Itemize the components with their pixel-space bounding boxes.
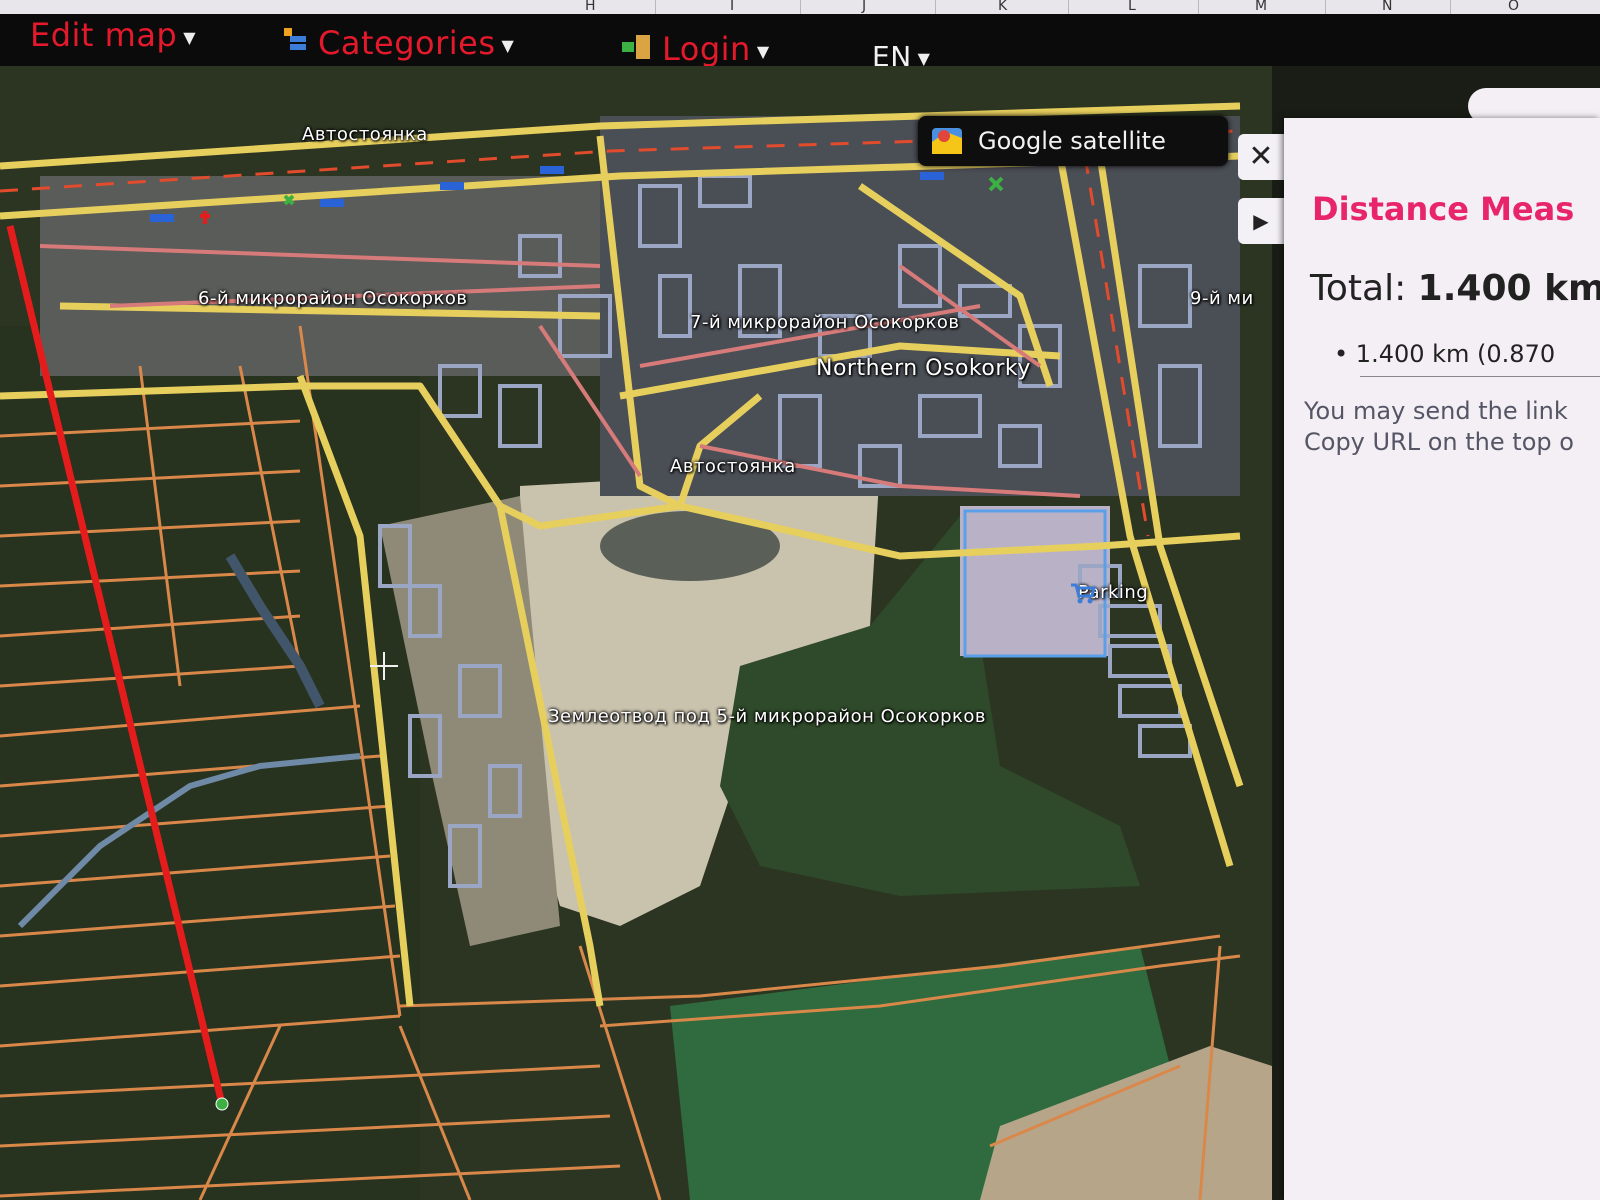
segment-distance: • 1.400 km (0.870 [1334, 340, 1555, 368]
share-note: You may send the link Copy URL on the to… [1304, 396, 1574, 458]
map-label-parking-lot-mid: Автостоянка [670, 456, 796, 477]
column-divider [1198, 0, 1199, 14]
map-canvas [0, 66, 1272, 1200]
login-menu[interactable]: Login ▼ [620, 30, 770, 70]
layers-icon [280, 26, 310, 64]
column-letter: I [730, 0, 735, 14]
column-divider [655, 0, 656, 14]
login-icon [620, 32, 654, 70]
column-letter: J [862, 0, 867, 14]
map-label-district-9: 9-й ми [1190, 288, 1254, 309]
play-icon: ▶ [1253, 209, 1269, 233]
categories-label: Categories [318, 24, 496, 62]
map-label-northern-osokorky: Northern Osokorky [816, 356, 1031, 381]
column-letter: L [1128, 0, 1136, 14]
segment-divider [1360, 376, 1600, 377]
map-label-parking: Parking [1070, 582, 1148, 604]
map-label-parking-lot-top: Автостоянка [302, 124, 428, 145]
column-letter: M [1255, 0, 1268, 14]
total-value: 1.400 km [1417, 268, 1600, 309]
google-maps-icon [930, 124, 964, 158]
chevron-down-icon: ▼ [756, 41, 770, 61]
spreadsheet-column-header: H I J K L M N O [0, 0, 1600, 15]
column-divider [1068, 0, 1069, 14]
categories-menu[interactable]: Categories ▼ [280, 24, 514, 64]
column-letter: H [585, 0, 596, 14]
panel-title: Distance Meas [1312, 190, 1575, 228]
chevron-down-icon: ▼ [501, 35, 515, 55]
measure-endpoint[interactable] [215, 1097, 229, 1111]
chevron-down-icon: ▼ [183, 27, 197, 47]
share-note-line: Copy URL on the top o [1304, 428, 1574, 456]
satellite-map[interactable]: Автостоянка 6-й микрорайон Осокорков 7-й… [0, 66, 1272, 1200]
map-label-district-7: 7-й микрорайон Осокорков [690, 312, 960, 333]
column-divider [1325, 0, 1326, 14]
layer-switcher-label: Google satellite [978, 127, 1166, 155]
column-divider [1450, 0, 1451, 14]
close-icon: ✕ [1248, 139, 1274, 174]
column-letter: K [998, 0, 1008, 14]
column-letter: O [1508, 0, 1520, 14]
map-label-land-allotment: Землеотвод под 5-й микрорайон Осокорков [548, 706, 986, 727]
column-letter: N [1382, 0, 1393, 14]
layer-switcher-button[interactable]: Google satellite [918, 116, 1228, 166]
map-label-district-6: 6-й микрорайон Осокорков [198, 288, 468, 309]
segment-value: 1.400 km (0.870 [1355, 340, 1556, 368]
edit-map-label: Edit map [30, 16, 178, 54]
login-label: Login [662, 30, 751, 68]
chevron-down-icon: ▼ [917, 48, 931, 68]
column-divider [935, 0, 936, 14]
bullet: • [1334, 340, 1356, 368]
total-label: Total: [1310, 268, 1407, 309]
distance-measure-panel: Distance Meas Total: 1.400 km • 1.400 km… [1284, 118, 1600, 1200]
top-menu-bar: Edit map ▼ Categories ▼ Login ▼ EN ▼ [0, 14, 1600, 73]
total-distance: Total: 1.400 km [1310, 268, 1600, 309]
column-divider [800, 0, 801, 14]
edit-map-menu[interactable]: Edit map ▼ [30, 16, 196, 54]
share-note-line: You may send the link [1304, 397, 1568, 425]
close-panel-button[interactable]: ✕ [1238, 134, 1284, 180]
toggle-panel-button[interactable]: ▶ [1238, 198, 1284, 244]
